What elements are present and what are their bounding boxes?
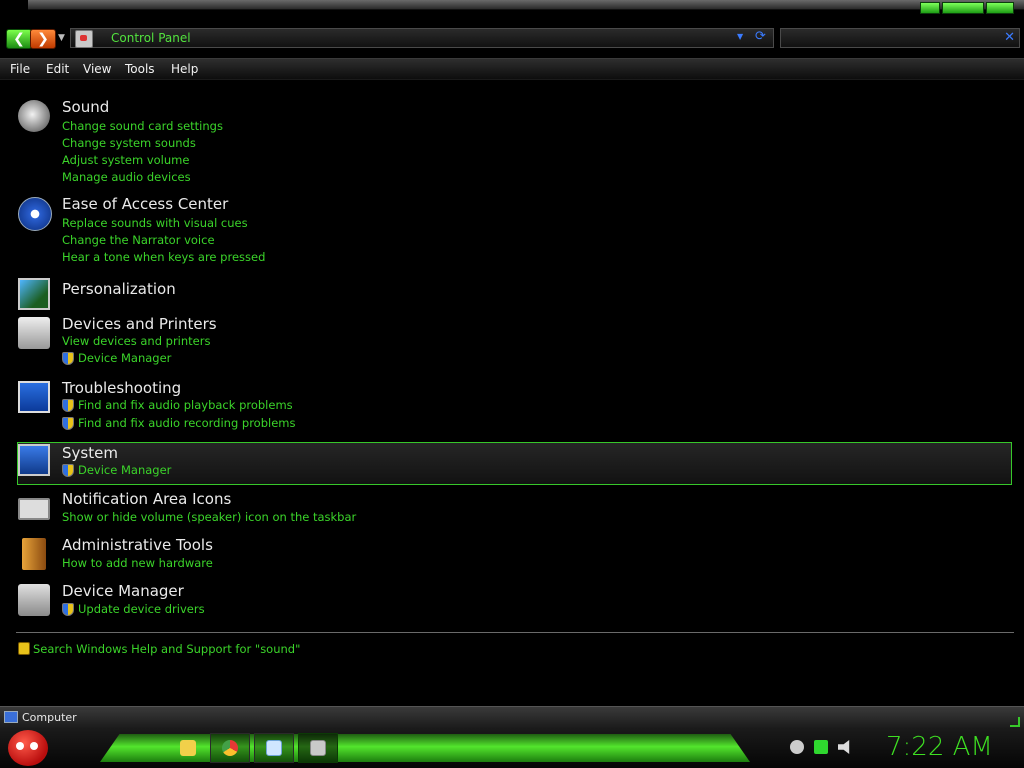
result-title[interactable]: Ease of Access Center bbox=[62, 195, 228, 213]
menu-bar: File Edit View Tools Help bbox=[0, 58, 1024, 80]
task-link[interactable]: Device Manager bbox=[62, 463, 171, 477]
task-link[interactable]: Change the Narrator voice bbox=[62, 233, 215, 247]
menu-tools[interactable]: Tools bbox=[125, 62, 155, 76]
task-link[interactable]: Find and fix audio recording problems bbox=[62, 416, 295, 430]
printer-icon bbox=[18, 317, 50, 349]
administrative-tools-icon bbox=[22, 538, 46, 570]
result-title[interactable]: Administrative Tools bbox=[62, 536, 213, 554]
taskbar-window-button[interactable] bbox=[254, 733, 294, 763]
taskbar-control-panel-button[interactable] bbox=[298, 733, 338, 763]
taskbar-chrome-button[interactable] bbox=[210, 733, 250, 763]
forward-arrow-icon: ❯ bbox=[37, 31, 49, 47]
minimize-button[interactable] bbox=[920, 2, 940, 14]
task-link[interactable]: Show or hide volume (speaker) icon on th… bbox=[62, 510, 356, 524]
task-link[interactable]: View devices and printers bbox=[62, 334, 210, 348]
desktop-screen: ❮ ❯ ▼ Control Panel ▼ ⟳ ✕ File Edit View… bbox=[0, 0, 1024, 768]
network-icon[interactable] bbox=[814, 740, 828, 754]
chrome-icon bbox=[222, 740, 238, 756]
task-label: Device Manager bbox=[78, 351, 172, 365]
task-label: Update device drivers bbox=[78, 602, 205, 616]
menu-help[interactable]: Help bbox=[171, 62, 198, 76]
refresh-icon[interactable]: ⟳ bbox=[755, 29, 766, 44]
address-dropdown-icon[interactable]: ▼ bbox=[737, 32, 743, 41]
task-link[interactable]: How to add new hardware bbox=[62, 556, 213, 570]
system-tray bbox=[790, 740, 852, 754]
task-link[interactable]: Find and fix audio playback problems bbox=[62, 398, 293, 412]
uac-shield-icon bbox=[62, 399, 74, 412]
task-label: Find and fix audio recording problems bbox=[78, 416, 296, 430]
uac-shield-icon bbox=[62, 464, 74, 477]
task-link[interactable]: Change sound card settings bbox=[62, 119, 223, 133]
menu-file[interactable]: File bbox=[10, 62, 30, 76]
window-icon bbox=[266, 740, 282, 756]
control-panel-icon bbox=[310, 740, 326, 756]
result-title[interactable]: System bbox=[62, 444, 118, 462]
uac-shield-icon bbox=[62, 603, 74, 616]
close-button[interactable] bbox=[986, 2, 1014, 14]
clear-search-icon[interactable]: ✕ bbox=[1004, 30, 1015, 45]
address-bar[interactable]: Control Panel ▼ ⟳ bbox=[70, 28, 774, 48]
control-panel-icon bbox=[75, 30, 93, 48]
result-title[interactable]: Devices and Printers bbox=[62, 315, 217, 333]
back-button[interactable]: ❮ bbox=[6, 29, 32, 49]
uac-shield-icon bbox=[62, 417, 74, 430]
troubleshooting-icon bbox=[18, 381, 50, 413]
result-title[interactable]: Sound bbox=[62, 98, 109, 116]
maximize-button[interactable] bbox=[942, 2, 984, 14]
address-text: Control Panel bbox=[111, 31, 191, 45]
app-tray-icon[interactable] bbox=[790, 740, 804, 754]
result-title[interactable]: Troubleshooting bbox=[62, 379, 181, 397]
folder-icon bbox=[180, 740, 196, 756]
result-title[interactable]: Device Manager bbox=[62, 582, 184, 600]
status-text: Computer bbox=[22, 711, 77, 724]
start-button[interactable] bbox=[8, 730, 48, 766]
task-label: Device Manager bbox=[78, 463, 172, 477]
menu-edit[interactable]: Edit bbox=[46, 62, 69, 76]
clock[interactable]: 7:22 AM bbox=[886, 732, 993, 762]
window-frame-top bbox=[28, 0, 1024, 14]
task-link[interactable]: Hear a tone when keys are pressed bbox=[62, 250, 265, 264]
ease-of-access-icon bbox=[18, 197, 52, 231]
task-link[interactable]: Adjust system volume bbox=[62, 153, 189, 167]
result-title[interactable]: Personalization bbox=[62, 280, 176, 298]
status-bar: Computer bbox=[0, 706, 1024, 729]
recent-pages-dropdown[interactable]: ▼ bbox=[58, 33, 65, 43]
task-link[interactable]: Change system sounds bbox=[62, 136, 196, 150]
window-controls bbox=[920, 2, 1014, 14]
search-input[interactable]: ✕ bbox=[780, 28, 1020, 48]
uac-shield-icon bbox=[62, 352, 74, 365]
device-manager-icon bbox=[18, 584, 50, 616]
result-title[interactable]: Notification Area Icons bbox=[62, 490, 231, 508]
notification-area-icon bbox=[18, 498, 50, 520]
task-label: Find and fix audio playback problems bbox=[78, 398, 293, 412]
resize-grip[interactable] bbox=[1010, 717, 1020, 727]
back-arrow-icon: ❮ bbox=[13, 31, 25, 47]
task-link[interactable]: Device Manager bbox=[62, 351, 171, 365]
system-icon bbox=[18, 444, 50, 476]
task-link[interactable]: Replace sounds with visual cues bbox=[62, 216, 248, 230]
taskbar: 7:22 AM bbox=[0, 728, 1024, 768]
taskbar-explorer-button[interactable] bbox=[168, 733, 208, 763]
computer-icon bbox=[4, 711, 18, 723]
task-link[interactable]: Update device drivers bbox=[62, 602, 205, 616]
task-link[interactable]: Manage audio devices bbox=[62, 170, 191, 184]
forward-button[interactable]: ❯ bbox=[30, 29, 56, 49]
speaker-icon bbox=[18, 100, 50, 132]
menu-view[interactable]: View bbox=[83, 62, 111, 76]
volume-icon[interactable] bbox=[838, 740, 850, 754]
results-separator bbox=[16, 632, 1014, 633]
search-results: Sound Change sound card settings Change … bbox=[0, 80, 1024, 705]
help-search-link[interactable]: Search Windows Help and Support for "sou… bbox=[33, 642, 300, 656]
personalization-icon bbox=[18, 278, 50, 310]
help-icon bbox=[18, 642, 30, 655]
